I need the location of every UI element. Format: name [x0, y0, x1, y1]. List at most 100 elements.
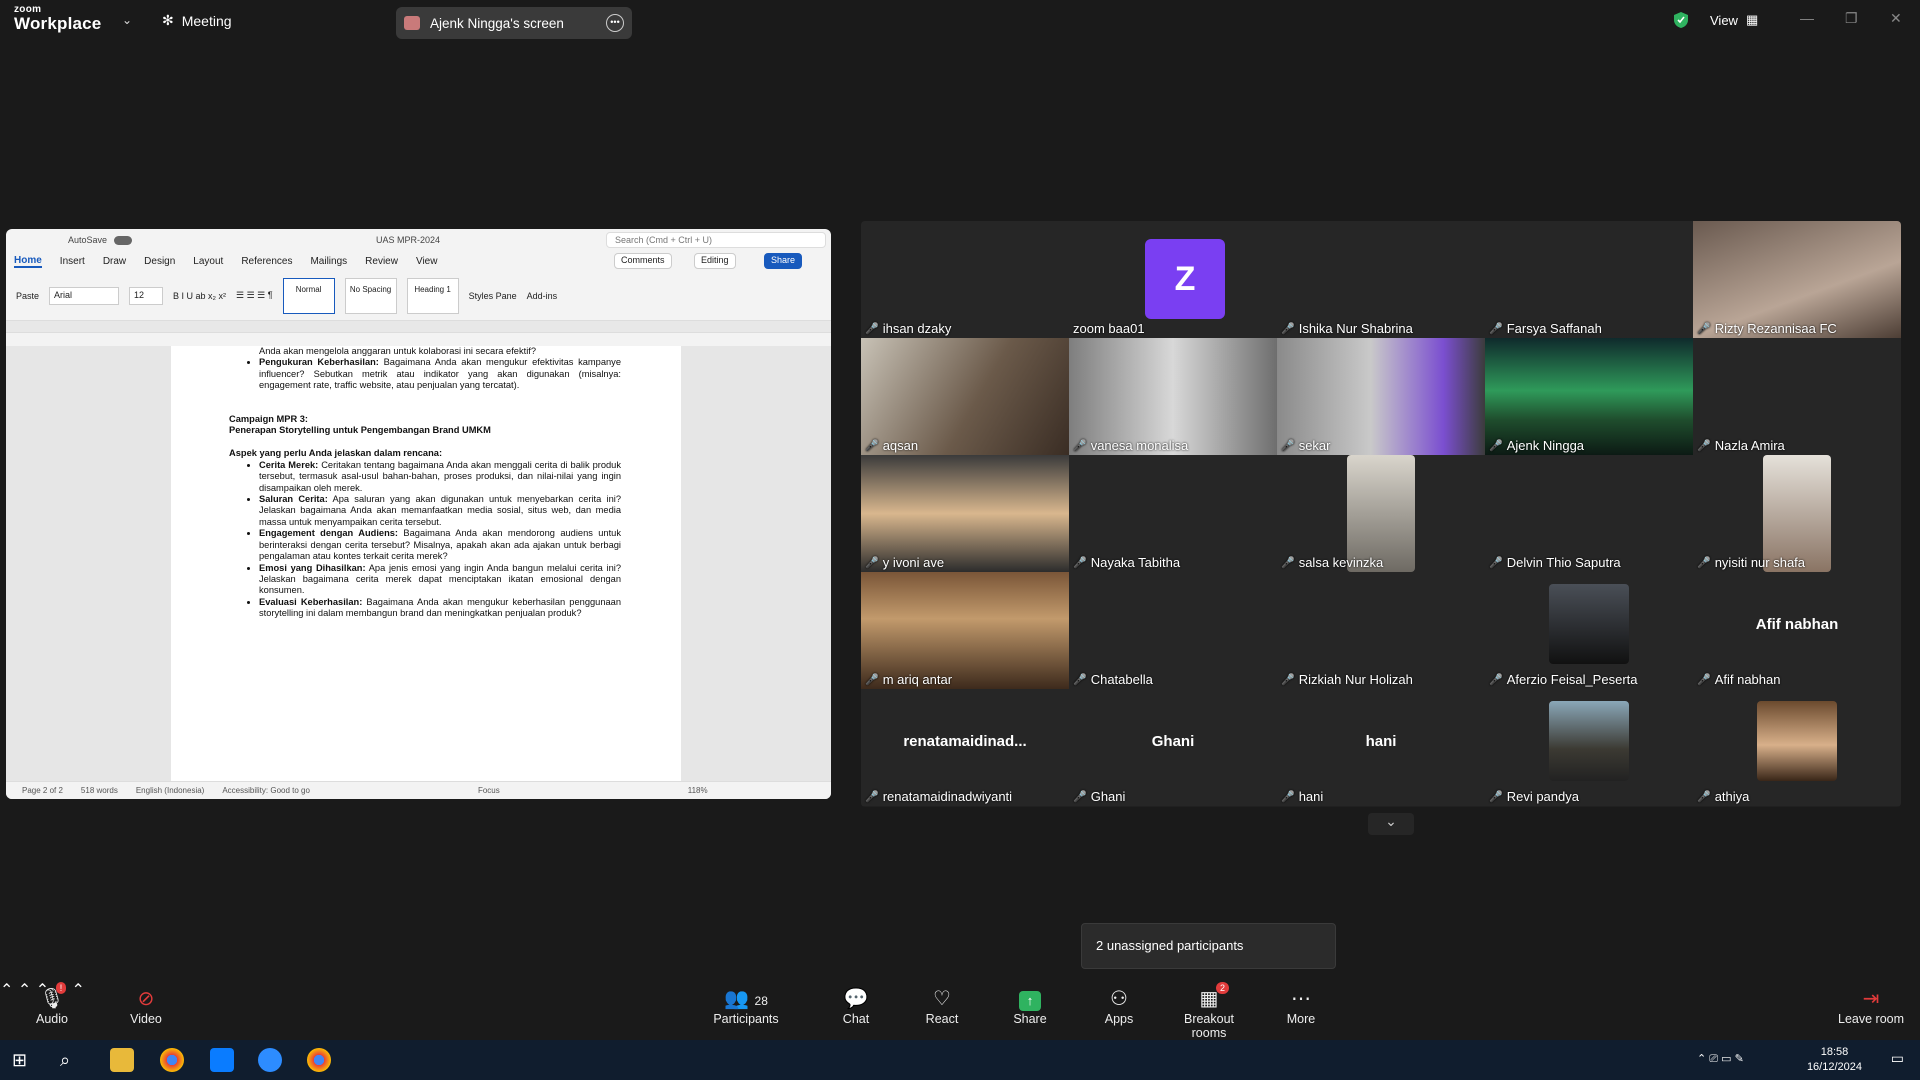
status-accessibility[interactable]: Accessibility: Good to go [222, 786, 310, 795]
participant-tile[interactable]: 🎤 ihsan dzaky [861, 221, 1069, 338]
more-options-icon[interactable]: ••• [606, 14, 624, 32]
style-no-spacing[interactable]: No Spacing [344, 277, 397, 314]
participant-tile[interactable]: 🎤 nyisiti nur shafa [1693, 455, 1901, 572]
view-label: View [1710, 12, 1738, 28]
document-title[interactable]: UAS MPR-2024 [376, 235, 440, 245]
tab-references[interactable]: References [241, 256, 292, 267]
participant-tile[interactable]: 🎤 m ariq antar [861, 572, 1069, 689]
unassigned-participants-notice[interactable]: 2 unassigned participants [1081, 923, 1336, 969]
participant-tile[interactable]: 🎤 aqsan [861, 338, 1069, 455]
tab-view[interactable]: View [416, 256, 438, 267]
chrome-icon[interactable] [160, 1048, 184, 1072]
chrome-icon[interactable] [307, 1048, 331, 1072]
minimize-icon[interactable]: — [1800, 10, 1814, 26]
leave-room-button[interactable]: ⇥ Leave room [1838, 986, 1904, 1026]
format-icons[interactable]: B I U ab x₂ x² [173, 291, 226, 301]
search-icon[interactable]: ⌕ [60, 1048, 84, 1072]
participant-tile[interactable]: 🎤 Nayaka Tabitha [1069, 455, 1277, 572]
document-page[interactable]: Anda akan mengelola anggaran untuk kolab… [171, 346, 681, 781]
participant-tile[interactable]: renatamaidinad... 🎤 renatamaidinadwiyanti [861, 689, 1069, 806]
comments-button[interactable]: Comments [614, 253, 672, 269]
participant-tile[interactable]: Ghani 🎤 Ghani [1069, 689, 1277, 806]
style-heading1[interactable]: Heading 1 [406, 277, 459, 314]
gallery-scroll-down-icon[interactable]: ⌄ [1368, 813, 1414, 835]
participant-tile[interactable]: 🎤 Rizkiah Nur Holizah [1277, 572, 1485, 689]
share-button[interactable]: ↑ Share [1012, 986, 1048, 1026]
participant-tile[interactable]: 🎤 salsa kevinzka [1277, 455, 1485, 572]
status-page[interactable]: Page 2 of 2 [22, 786, 63, 795]
participant-tile[interactable]: 🎤 Aferzio Feisal_Peserta [1485, 572, 1693, 689]
style-normal[interactable]: Normal [282, 277, 335, 314]
app-icon[interactable] [210, 1048, 234, 1072]
tab-home[interactable]: Home [14, 255, 42, 268]
shared-word-window[interactable]: AutoSave UAS MPR-2024 Search (Cmd + Ctrl… [6, 229, 831, 799]
zoom-level[interactable]: 118% [688, 786, 708, 795]
view-button[interactable]: View ▦ [1710, 12, 1758, 28]
tray-icons[interactable]: ⌃ ⎚ ▭ ✎ [1697, 1052, 1744, 1066]
participant-tile[interactable]: Zzoom baa01 [1069, 221, 1277, 338]
mic-muted-icon: 🎤 [1697, 674, 1711, 686]
breakout-rooms-icon: ▦ [1199, 988, 1219, 1010]
tab-review[interactable]: Review [365, 256, 398, 267]
participant-tile[interactable]: 🎤 Revi pandya [1485, 689, 1693, 806]
clock[interactable]: 18:58 16/12/2024 [1807, 1045, 1862, 1075]
notification-icon[interactable]: ▭ [1891, 1050, 1904, 1067]
more-button[interactable]: ⋯ More [1286, 986, 1316, 1026]
addins-button[interactable]: Add-ins [527, 291, 558, 301]
participant-tile[interactable]: 🎤 Delvin Thio Saputra [1485, 455, 1693, 572]
chevron-down-icon[interactable]: ⌄ [122, 13, 132, 27]
participant-tile[interactable]: 🎤 y ivoni ave [861, 455, 1069, 572]
close-icon[interactable]: ✕ [1890, 10, 1902, 27]
status-words[interactable]: 518 words [81, 786, 118, 795]
editing-button[interactable]: Editing [694, 253, 736, 269]
clock-date: 16/12/2024 [1806, 1061, 1862, 1073]
zoom-icon[interactable] [258, 1048, 282, 1072]
zoom-workplace-logo[interactable]: zoom Workplace [14, 5, 101, 33]
font-size-select[interactable]: 12 [129, 286, 164, 305]
document-canvas[interactable]: Anda akan mengelola anggaran untuk kolab… [6, 346, 831, 781]
paste-button[interactable]: Paste [16, 291, 39, 301]
participant-tile-active-speaker[interactable]: 🎤 Ajenk Ningga [1485, 338, 1693, 455]
participant-tile[interactable]: 🎤 athiya [1693, 689, 1901, 806]
audio-button[interactable]: 🎙 ! Audio [28, 982, 76, 1026]
maximize-icon[interactable]: ❐ [1845, 10, 1858, 27]
participants-label: Participants [713, 1012, 779, 1026]
participant-tile[interactable]: hani 🎤 hani [1277, 689, 1485, 806]
security-shield-icon[interactable] [1673, 11, 1689, 29]
font-select[interactable]: Arial [49, 286, 120, 305]
chat-button[interactable]: 💬 Chat [838, 986, 874, 1026]
styles-pane-button[interactable]: Styles Pane [469, 291, 517, 301]
mic-muted-icon: 🎤 [1073, 557, 1087, 569]
participant-tile[interactable]: 🎤 vanesa monalisa [1069, 338, 1277, 455]
participant-tile[interactable]: 🎤 Ishika Nur Shabrina [1277, 221, 1485, 338]
participant-tile[interactable]: 🎤 Rizty Rezannisaa FC [1693, 221, 1901, 338]
apps-button[interactable]: ⚇ Apps [1102, 986, 1136, 1026]
participant-tile[interactable]: 🎤 sekar [1277, 338, 1485, 455]
mic-alert-badge: ! [56, 982, 66, 994]
tab-draw[interactable]: Draw [103, 256, 126, 267]
windows-start-icon[interactable]: ⊞ [12, 1048, 36, 1072]
breakout-rooms-button[interactable]: ▦ 2 Breakout rooms [1166, 982, 1252, 1040]
tab-design[interactable]: Design [144, 256, 175, 267]
file-explorer-icon[interactable] [110, 1048, 134, 1072]
audio-options-caret[interactable]: ⌃ [0, 982, 13, 999]
search-input[interactable]: Search (Cmd + Ctrl + U) [606, 232, 826, 248]
participants-button[interactable]: 👥 28 Participants [712, 986, 780, 1026]
participant-tile[interactable]: 🎤 Nazla Amira [1693, 338, 1901, 455]
meeting-menu[interactable]: ✻ Meeting [162, 12, 232, 29]
participant-tile[interactable]: Afif nabhan 🎤 Afif nabhan [1693, 572, 1901, 689]
react-label: React [925, 1012, 959, 1026]
participant-tile[interactable]: 🎤 Chatabella [1069, 572, 1277, 689]
participant-tile[interactable]: 🎤 Farsya Saffanah [1485, 221, 1693, 338]
status-language[interactable]: English (Indonesia) [136, 786, 204, 795]
tab-insert[interactable]: Insert [60, 256, 85, 267]
react-button[interactable]: ♡ React [922, 986, 962, 1026]
autosave-toggle[interactable] [114, 235, 132, 245]
video-button[interactable]: ⊘ Video [122, 986, 170, 1026]
tab-mailings[interactable]: Mailings [310, 256, 347, 267]
paragraph-icons[interactable]: ☰ ☰ ☰ ¶ [236, 290, 273, 301]
focus-button[interactable]: Focus [478, 786, 500, 795]
word-share-button[interactable]: Share [764, 253, 803, 269]
tab-layout[interactable]: Layout [193, 256, 223, 267]
screen-share-indicator[interactable]: Ajenk Ningga's screen ••• [396, 7, 632, 39]
